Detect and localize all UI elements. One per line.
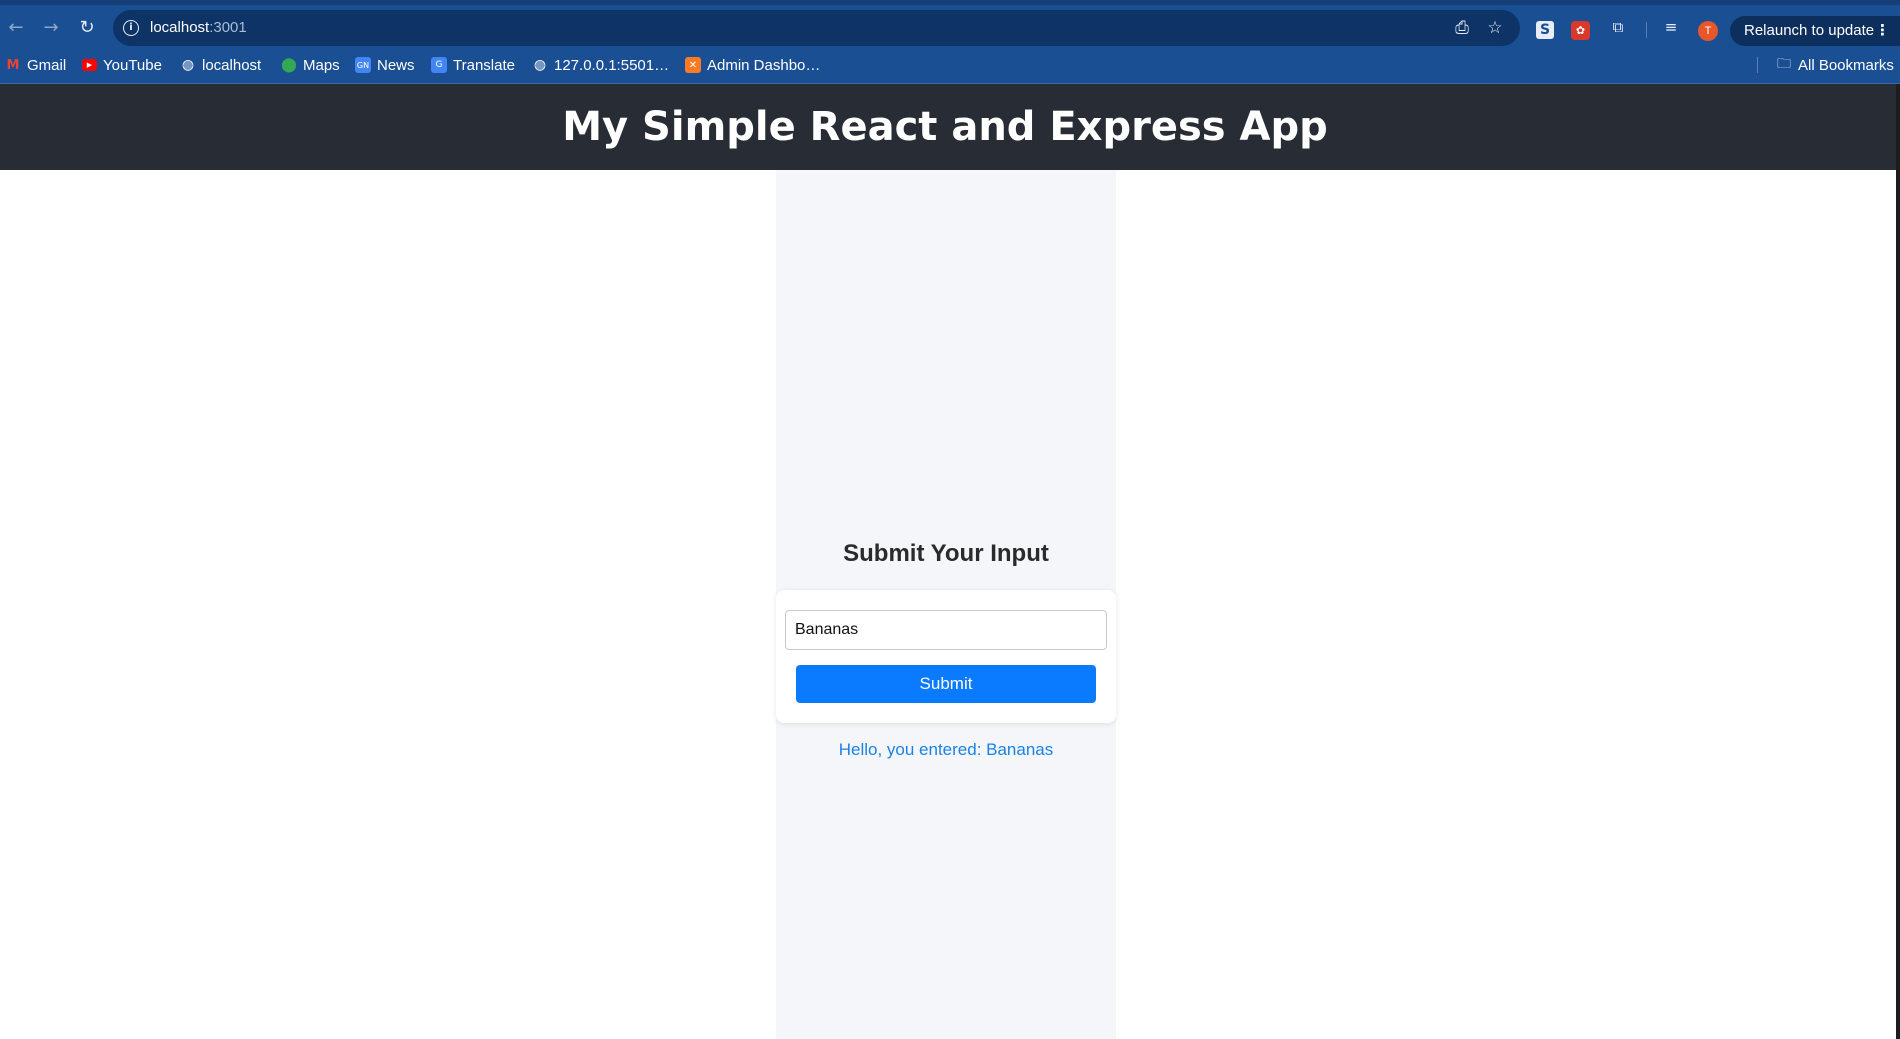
bookmark-localhost[interactable]: ◍ localhost	[180, 54, 261, 76]
menu-kebab-icon: ⋮	[1875, 22, 1890, 39]
submit-button[interactable]: Submit	[796, 665, 1096, 703]
bookmark-maps[interactable]: ⬤ Maps	[281, 54, 340, 76]
news-icon: GN	[355, 57, 371, 73]
browser-toolbar: ← → ↻ i localhost:3001 ⎙ ☆ S ✿ ⧉ ≡ T Rel…	[0, 5, 1900, 47]
input-form: Submit	[776, 590, 1116, 723]
xampp-icon: ✕	[685, 57, 701, 73]
page-title: My Simple React and Express App	[562, 104, 1328, 150]
globe-icon: ◍	[181, 57, 195, 73]
form-title: Submit Your Input	[843, 540, 1049, 567]
text-input[interactable]	[785, 610, 1107, 650]
all-bookmarks-button[interactable]: 🗀 All Bookmarks	[1776, 54, 1894, 76]
youtube-icon: ▶	[82, 59, 97, 71]
extension-red-icon[interactable]: ✿	[1571, 21, 1590, 40]
url-text[interactable]: localhost:3001	[150, 19, 247, 36]
maps-icon: ⬤	[281, 57, 297, 73]
result-message: Hello, you entered: Bananas	[838, 740, 1054, 759]
site-info-icon[interactable]: i	[123, 20, 139, 36]
bookmark-gmail[interactable]: M Gmail	[5, 54, 67, 76]
extensions-puzzle-icon[interactable]: ⧉	[1607, 16, 1629, 38]
reload-button[interactable]: ↻	[74, 14, 100, 40]
bookmarks-bar: M Gmail ▶ YouTube ◍ localhost ⬤ Maps GN …	[0, 48, 1900, 82]
bookmark-news[interactable]: GN News	[355, 54, 415, 76]
bookmarks-divider	[1757, 57, 1758, 73]
translate-icon: G	[431, 57, 447, 73]
scrollbar-edge	[1896, 84, 1900, 1039]
browser-chrome: ← → ↻ i localhost:3001 ⎙ ☆ S ✿ ⧉ ≡ T Rel…	[0, 0, 1900, 84]
globe-icon: ◍	[533, 57, 547, 73]
relaunch-button[interactable]: Relaunch to update ⋮	[1730, 16, 1900, 46]
bookmark-admin-dashboard[interactable]: ✕ Admin Dashbo…	[685, 54, 820, 76]
bookmark-translate[interactable]: G Translate	[431, 54, 515, 76]
forward-button[interactable]: →	[38, 14, 64, 40]
reading-list-icon[interactable]: ≡	[1660, 16, 1682, 38]
bookmark-star-icon[interactable]: ☆	[1484, 17, 1506, 39]
app-header: My Simple React and Express App	[0, 84, 1900, 170]
address-bar[interactable]: i localhost:3001 ⎙ ☆	[113, 10, 1520, 46]
bookmark-local-server[interactable]: ◍ 127.0.0.1:5501…	[532, 54, 669, 76]
main-column: Submit Your Input Submit Hello, you ente…	[776, 170, 1116, 1039]
install-app-icon[interactable]: ⎙	[1451, 17, 1473, 39]
back-button[interactable]: ←	[3, 14, 29, 40]
gmail-icon: M	[6, 57, 20, 73]
toolbar-divider	[1646, 22, 1647, 38]
bookmark-youtube[interactable]: ▶ YouTube	[82, 54, 162, 76]
folder-icon: 🗀	[1777, 56, 1791, 72]
extension-s-icon[interactable]: S	[1536, 21, 1554, 39]
profile-avatar[interactable]: T	[1698, 21, 1718, 41]
